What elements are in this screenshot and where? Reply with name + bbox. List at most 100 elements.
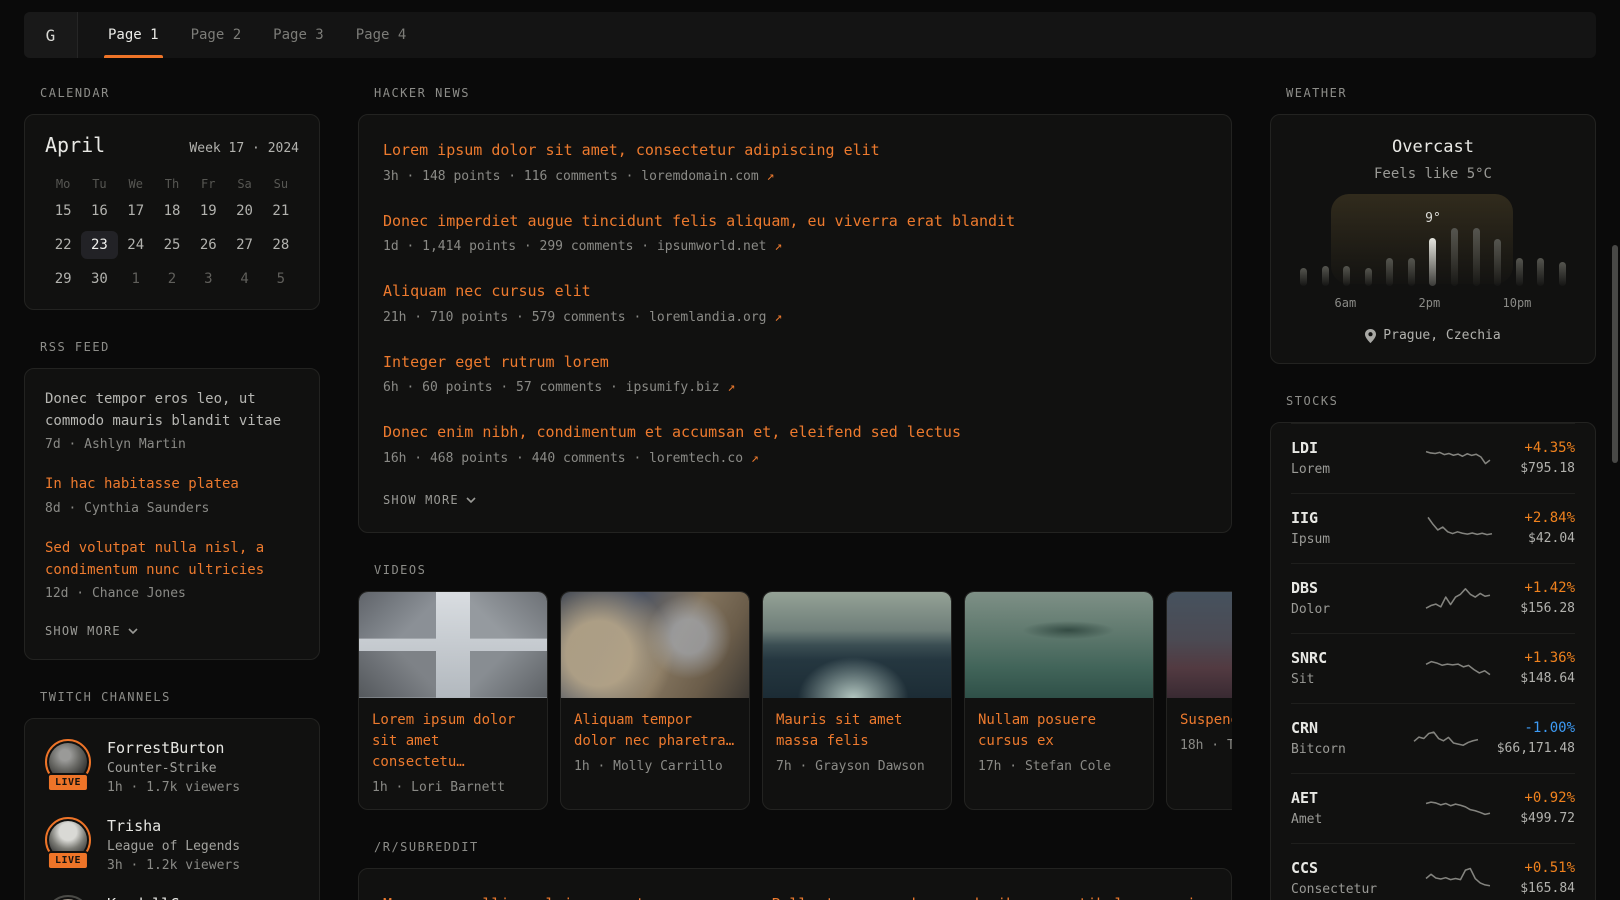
weather-peak-temp: 9° (1425, 211, 1441, 226)
stock-change: +2.84% (1524, 510, 1575, 526)
hackernews-item-title[interactable]: Integer eget rutrum lorem (383, 351, 1207, 374)
weather-hour-label: 2pm (1419, 296, 1441, 310)
stock-row[interactable]: LDI Lorem +4.35% $795.18 (1291, 423, 1575, 493)
twitch-channel-row[interactable]: KendallCarr (45, 895, 299, 900)
video-card[interactable]: Mauris sit amet massa felis 7h · Grayson… (762, 591, 952, 810)
stock-change: +0.51% (1520, 860, 1575, 876)
calendar-day[interactable]: 27 (226, 231, 262, 259)
video-thumbnail (561, 592, 749, 698)
hackernews-item: Donec imperdiet augue tincidunt felis al… (383, 210, 1207, 255)
hackernews-item-title[interactable]: Aliquam nec cursus elit (383, 280, 1207, 303)
video-card[interactable]: Lorem ipsum dolor sit amet consectetu… 1… (358, 591, 548, 810)
calendar-day[interactable]: 18 (154, 197, 190, 225)
page-tabs: Page 1 Page 2 Page 3 Page 4 (78, 12, 422, 58)
rss-item-meta: 12d · Chance Jones (45, 586, 299, 601)
avatar: LIVE (45, 817, 91, 863)
calendar-day[interactable]: 26 (190, 231, 226, 259)
calendar-day[interactable]: 28 (263, 231, 299, 259)
weather-bar (1408, 258, 1415, 286)
scrollbar-thumb[interactable] (1612, 245, 1618, 463)
calendar-day[interactable]: 25 (154, 231, 190, 259)
stock-price: $66,171.48 (1497, 741, 1575, 756)
weather-bar-slot (1551, 262, 1573, 286)
stock-row[interactable]: IIG Ipsum +2.84% $42.04 (1291, 493, 1575, 563)
calendar-day[interactable]: 2 (154, 265, 190, 293)
calendar-day[interactable]: 21 (263, 197, 299, 225)
video-card[interactable]: Nullam posuere cursus ex 17h · Stefan Co… (964, 591, 1154, 810)
video-title[interactable]: Suspendisse diam (1180, 710, 1232, 731)
weather-location-label: Prague, Czechia (1383, 328, 1500, 343)
rss-item-title[interactable]: Sed volutpat nulla nisl, a condimentum n… (45, 538, 299, 581)
video-card[interactable]: Suspendisse diam 18h · Tara (1166, 591, 1232, 810)
hackernews-item: Donec enim nibh, condimentum et accumsan… (383, 421, 1207, 466)
hackernews-item-domain[interactable]: loremdomain.com (641, 169, 758, 184)
external-link-icon[interactable]: ↗ (774, 310, 782, 325)
stocks-section: STOCKS LDI Lorem +4.35% $795.18 (1270, 394, 1596, 900)
stock-row[interactable]: CCS Consectetur +0.51% $165.84 (1291, 843, 1575, 900)
hackernews-item-domain[interactable]: ipsumify.biz (626, 380, 720, 395)
twitch-channel-meta: 3h · 1.2k viewers (107, 858, 240, 873)
stock-row[interactable]: CRN Bitcorn -1.00% $66,171.48 (1291, 703, 1575, 773)
weather-bar (1451, 228, 1458, 286)
weather-bar (1473, 228, 1480, 286)
subreddit-list: Maecenas mollis pulvinar erat non posuer… (383, 893, 1207, 900)
stock-row[interactable]: AET Amet +0.92% $499.72 (1291, 773, 1575, 843)
video-title[interactable]: Mauris sit amet massa felis (776, 710, 938, 752)
calendar-day[interactable]: 19 (190, 197, 226, 225)
video-thumbnail (763, 592, 951, 698)
external-link-icon[interactable]: ↗ (727, 380, 735, 395)
calendar-day[interactable]: 22 (45, 231, 81, 259)
right-column: WEATHER Overcast Feels like 5°C (1270, 86, 1596, 900)
video-info: Suspendisse diam 18h · Tara (1167, 698, 1232, 767)
hackernews-section-label: HACKER NEWS (374, 86, 1232, 100)
twitch-channel-info: Trisha League of Legends 3h · 1.2k viewe… (107, 817, 240, 873)
stock-symbol: SNRC (1291, 649, 1395, 667)
calendar-day[interactable]: 16 (81, 197, 117, 225)
calendar-day[interactable]: 30 (81, 265, 117, 293)
hackernews-item-domain[interactable]: ipsumworld.net (657, 239, 767, 254)
calendar-day[interactable]: 1 (118, 265, 154, 293)
stock-row[interactable]: DBS Dolor +1.42% $156.28 (1291, 563, 1575, 633)
hackernews-show-more-button[interactable]: SHOW MORE (383, 493, 476, 507)
calendar-day[interactable]: 29 (45, 265, 81, 293)
rss-item-title[interactable]: Donec tempor eros leo, ut commodo mauris… (45, 389, 299, 432)
rss-show-more-button[interactable]: SHOW MORE (45, 624, 138, 638)
calendar-day[interactable]: 4 (226, 265, 262, 293)
top-nav: G Page 1 Page 2 Page 3 Page 4 (24, 12, 1596, 58)
calendar-day[interactable]: 5 (263, 265, 299, 293)
external-link-icon[interactable]: ↗ (767, 169, 775, 184)
hackernews-item-title[interactable]: Donec enim nibh, condimentum et accumsan… (383, 421, 1207, 444)
hackernews-item-domain[interactable]: loremlandia.org (649, 310, 766, 325)
rss-item-title[interactable]: In hac habitasse platea (45, 474, 299, 496)
video-card[interactable]: Aliquam tempor dolor nec pharetra… 1h · … (560, 591, 750, 810)
hackernews-item-title[interactable]: Lorem ipsum dolor sit amet, consectetur … (383, 139, 1207, 162)
stock-id: CCS Consectetur (1291, 859, 1395, 897)
twitch-channel-row[interactable]: LIVE Trisha League of Legends 3h · 1.2k … (45, 817, 299, 873)
page-tab[interactable]: Page 3 (257, 12, 340, 58)
stock-name: Sit (1291, 672, 1395, 687)
calendar-day[interactable]: 3 (190, 265, 226, 293)
twitch-channel-row[interactable]: LIVE ForrestBurton Counter-Strike 1h · 1… (45, 739, 299, 795)
hackernews-item-title[interactable]: Donec imperdiet augue tincidunt felis al… (383, 210, 1207, 233)
hackernews-item: Aliquam nec cursus elit 21h · 710 points… (383, 280, 1207, 325)
video-title[interactable]: Nullam posuere cursus ex (978, 710, 1140, 752)
twitch-channel-info: ForrestBurton Counter-Strike 1h · 1.7k v… (107, 739, 240, 795)
page-tab[interactable]: Page 2 (175, 12, 258, 58)
subreddit-item-title[interactable]: Maecenas mollis pulvinar erat non posuer… (383, 893, 1207, 900)
page-tab[interactable]: Page 4 (340, 12, 423, 58)
external-link-icon[interactable]: ↗ (751, 451, 759, 466)
page-tab[interactable]: Page 1 (92, 12, 175, 58)
calendar-day[interactable]: 15 (45, 197, 81, 225)
hackernews-item-domain[interactable]: loremtech.co (649, 451, 743, 466)
calendar-day[interactable]: 20 (226, 197, 262, 225)
external-link-icon[interactable]: ↗ (774, 239, 782, 254)
calendar-day[interactable]: 17 (118, 197, 154, 225)
weather-bar (1494, 239, 1501, 286)
video-title[interactable]: Lorem ipsum dolor sit amet consectetu… (372, 710, 534, 773)
calendar-day[interactable]: 24 (118, 231, 154, 259)
video-title[interactable]: Aliquam tempor dolor nec pharetra… (574, 710, 736, 752)
calendar-day[interactable]: 23 (81, 231, 117, 259)
weather-bar-slot (1379, 258, 1401, 286)
stock-change: +1.42% (1520, 580, 1575, 596)
stock-row[interactable]: SNRC Sit +1.36% $148.64 (1291, 633, 1575, 703)
